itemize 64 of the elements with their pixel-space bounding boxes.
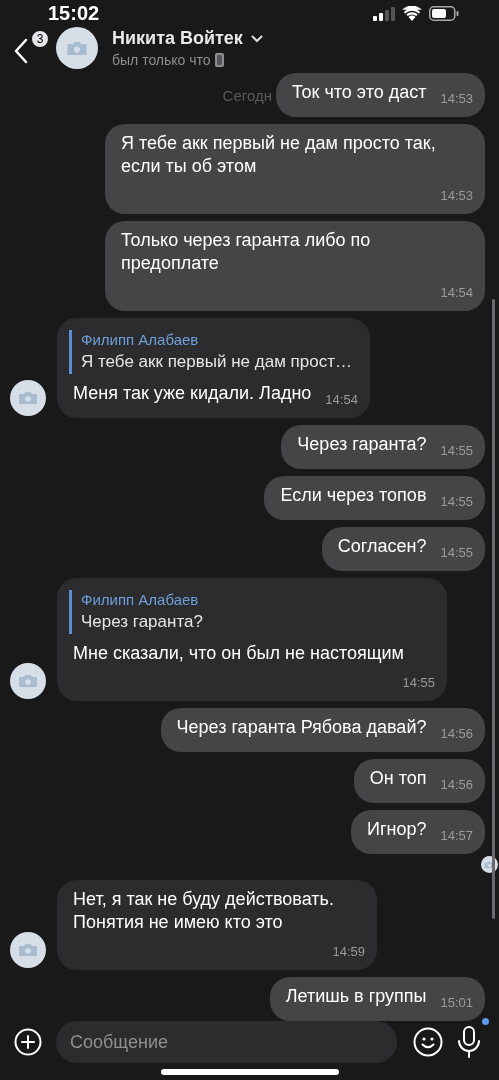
message-bubble[interactable]: Согласен? 14:55 (321, 527, 485, 572)
message-text: Через гаранта? (297, 433, 427, 457)
message-bubble[interactable]: Если через топов 14:55 (264, 476, 485, 521)
date-label: Сегодн (222, 86, 272, 104)
message-text: Меня так уже кидали. Ладно (73, 382, 312, 406)
message-time: 14:57 (440, 827, 473, 846)
message-text: Нет, я так не буду действовать. Понятия не имею кто это (73, 888, 335, 935)
message-time: 14:55 (440, 544, 473, 563)
message-time: 14:55 (402, 674, 435, 693)
back-icon[interactable] (14, 38, 28, 65)
message-text: Игнор? (366, 818, 427, 842)
emoji-icon[interactable] (413, 1027, 443, 1058)
message-time: 14:55 (440, 442, 473, 461)
quote-text: Через гаранта? (81, 611, 204, 634)
message-bubble[interactable]: Через гаранта? 14:55 (281, 425, 485, 470)
chevron-down-icon[interactable] (250, 34, 263, 43)
add-icon[interactable] (14, 1028, 42, 1057)
message-time: 14:59 (332, 943, 365, 962)
message-input[interactable]: Сообщение (56, 1021, 397, 1064)
quote-author: Филипп Алабаев (81, 590, 200, 611)
message-time: 14:54 (440, 284, 473, 303)
message-time: 14:55 (440, 493, 473, 512)
message-text: Согласен? (337, 535, 427, 559)
reply-quote[interactable]: Филипп Алабаев Я тебе акк первый не дам прост… (69, 330, 358, 375)
message-bubble[interactable]: Летишь в группы 15:01 (269, 977, 485, 1022)
message-text: Ток что это даст (291, 81, 427, 105)
phone-icon (214, 53, 224, 68)
message-bubble[interactable]: Через гаранта Рябова давай? 14:56 (160, 708, 485, 753)
battery-icon (429, 6, 459, 22)
unread-badge: 3 (30, 29, 50, 50)
signal-icon (373, 6, 395, 21)
message-bubble[interactable]: Игнор? 14:57 (350, 810, 485, 855)
message-bubble[interactable]: Ток что это даст 14:53 (275, 73, 485, 118)
message-text: Мне сказали, что он был не настоящим (73, 642, 404, 666)
message-text: Только через гаранта либо по предоплате (121, 229, 372, 276)
message-time: 14:56 (440, 725, 473, 744)
wifi-icon (402, 6, 422, 22)
message-time: 14:53 (440, 187, 473, 206)
message-text: Я тебе акк первый не дам просто так, если ты об этом (121, 132, 437, 179)
message-time: 14:54 (325, 391, 358, 410)
message-bubble[interactable]: Только через гаранта либо по предоплате 14:54 (105, 221, 485, 312)
status-time: 15:02 (48, 2, 100, 26)
message-text: Через гаранта Рябова давай? (176, 716, 427, 740)
sender-avatar (10, 380, 46, 417)
avatar[interactable] (56, 27, 98, 70)
quote-text: Я тебе акк первый не дам прост… (81, 351, 353, 374)
sender-avatar (10, 663, 46, 700)
message-text: Он топ (369, 767, 427, 791)
message-time: 14:56 (440, 776, 473, 795)
message-bubble[interactable]: Нет, я так не буду действовать. Понятия не имею кто это 14:59 (57, 880, 377, 971)
contact-name[interactable]: Никита Войтек (112, 28, 243, 50)
microphone-icon[interactable] (457, 1026, 481, 1059)
message-time: 14:53 (440, 90, 473, 109)
message-bubble[interactable]: Филипп Алабаев Через гаранта? Мне сказали, что он был не настоящим 14:55 (57, 578, 447, 702)
reply-quote[interactable]: Филипп Алабаев Через гаранта? (69, 590, 435, 635)
message-text: Если через топов (280, 484, 427, 508)
message-bubble[interactable]: Он топ 14:56 (353, 759, 485, 804)
quote-author: Филипп Алабаев (81, 330, 200, 351)
message-bubble[interactable]: Я тебе акк первый не дам просто так, если ты об этом 14:53 (105, 124, 485, 215)
message-text: Летишь в группы (285, 985, 427, 1009)
sender-avatar (10, 932, 46, 969)
message-bubble[interactable]: Филипп Алабаев Я тебе акк первый не дам прост… Меня так уже кидали. Ладно 14:54 (57, 318, 370, 419)
last-seen-text: был только что (112, 52, 211, 69)
message-time: 15:01 (440, 994, 473, 1013)
